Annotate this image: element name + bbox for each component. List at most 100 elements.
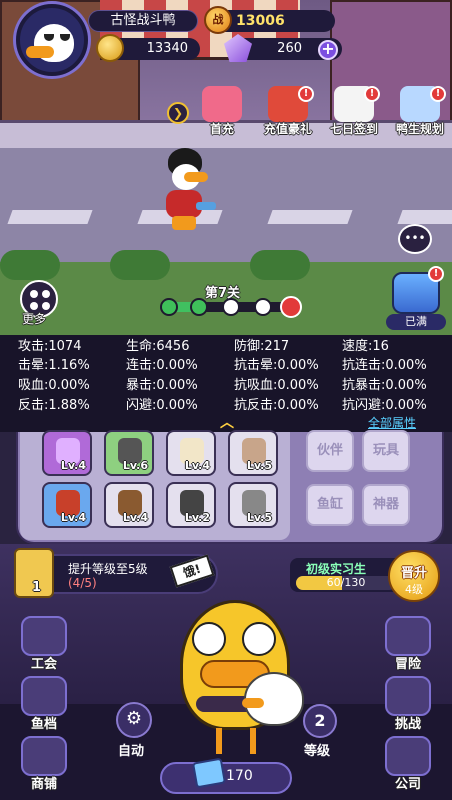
stat: 暴击:0.00% [126, 378, 198, 393]
battle-power-icon: 战 [204, 6, 232, 34]
toy-button[interactable]: 玩具 [362, 430, 410, 472]
task-progress: (4/5) [68, 576, 97, 590]
stat: 抗暴击:0.00% [342, 378, 427, 393]
event-seven-day-signin[interactable]: ! 七日签到 [324, 86, 384, 140]
notification-badge: ! [430, 86, 446, 102]
coin-value: 13340 [146, 41, 188, 56]
equipment-slot[interactable]: Lv.2 [166, 482, 216, 528]
stat: 生命:6456 [126, 339, 190, 354]
partner-button[interactable]: 伙伴 [306, 430, 354, 472]
stat: 抗反击:0.00% [234, 398, 319, 413]
level-label: 等级 [304, 744, 331, 759]
slot-level: Lv.2 [184, 511, 210, 524]
fish-stall-button[interactable]: 鱼档 [16, 676, 72, 732]
equipment-slot[interactable]: Lv.5 [228, 430, 278, 476]
add-gems-button[interactable]: + [318, 40, 338, 60]
event-label: 充值豪礼 [263, 122, 312, 136]
adventure-label: 冒险 [394, 657, 421, 672]
duck-speech-bubble: 饿! [169, 554, 215, 588]
stat: 击晕:1.16% [18, 358, 90, 373]
notification-badge: ! [428, 266, 444, 282]
fish-stall-label: 鱼档 [30, 717, 57, 732]
duck-leg [216, 728, 222, 754]
aquarium-button[interactable]: 鱼缸 [306, 484, 354, 526]
stat: 防御:217 [234, 339, 290, 354]
shop-button[interactable]: 商铺 [16, 736, 72, 792]
coin-display: 13340 [96, 34, 200, 62]
stat: 抗吸血:0.00% [234, 378, 319, 393]
stat: 速度:16 [342, 339, 389, 354]
equipment-slot[interactable]: Lv.5 [228, 482, 278, 528]
stage-node [190, 298, 208, 316]
all-attributes-link[interactable]: 全部属性 [368, 414, 416, 431]
computer-icon [385, 736, 431, 776]
stat: 吸血:0.00% [18, 378, 90, 393]
beak [184, 172, 208, 182]
power-display: 战 13006 [204, 6, 335, 34]
level-button[interactable]: 2 [303, 704, 337, 738]
guild-button[interactable]: 工会 [16, 616, 72, 672]
expand-events-button[interactable]: ❯ [167, 102, 189, 124]
hedge [250, 250, 310, 280]
rank-progress-text: 60/130 [326, 576, 366, 589]
equipment-slot[interactable]: Lv.4 [42, 430, 92, 476]
hedge [0, 250, 60, 280]
event-recharge-gift[interactable]: ! 充值豪礼 [258, 86, 318, 140]
stat: 闪避:0.00% [126, 398, 198, 413]
companion-goose [242, 672, 304, 726]
bottom-resource-value: 170 [226, 768, 253, 784]
stage-node [254, 298, 272, 316]
chest-status-label: 已满 [386, 314, 446, 330]
stage-progress [160, 296, 302, 318]
goose-beak [242, 698, 264, 708]
equipment-slot[interactable]: Lv.4 [104, 482, 154, 528]
duck-leg [250, 728, 256, 754]
auto-label: 自动 [118, 744, 145, 759]
main-duck-character[interactable]: 饿! [169, 554, 300, 760]
water-gun-icon [196, 202, 216, 210]
slot-level: Lv.5 [246, 459, 272, 472]
guild-label: 工会 [30, 657, 57, 672]
slot-level: Lv.4 [60, 511, 86, 524]
promote-label: 晋升 [400, 566, 427, 581]
guild-icon [21, 616, 67, 656]
equipment-slot[interactable]: Lv.6 [104, 430, 154, 476]
adventure-button[interactable]: 冒险 [380, 616, 436, 672]
adventure-icon [385, 616, 431, 656]
company-button[interactable]: 公司 [380, 736, 436, 792]
rank-title: 初级实习生 [306, 562, 367, 576]
event-first-recharge[interactable]: 首充 [192, 86, 252, 140]
stat: 反击:1.88% [18, 398, 90, 413]
collapse-stats-icon[interactable]: ︿ [216, 416, 238, 430]
duck-eye [192, 622, 226, 656]
chat-bubble-icon[interactable]: ••• [398, 224, 432, 254]
stat: 连击:0.00% [126, 358, 198, 373]
slot-level: Lv.5 [246, 511, 272, 524]
hero-character [158, 148, 218, 232]
hedge [110, 250, 170, 280]
company-label: 公司 [394, 777, 421, 792]
artifact-button[interactable]: 神器 [362, 484, 410, 526]
player-avatar[interactable] [16, 4, 88, 76]
promote-sub-label: 4级 [405, 583, 423, 596]
promote-button[interactable]: 晋升 4级 [388, 550, 440, 602]
player-name[interactable]: 古怪战斗鸭 [88, 10, 198, 32]
shop-label: 商铺 [30, 777, 57, 792]
auto-button[interactable]: ⚙ [116, 702, 152, 738]
road-stripe [397, 210, 452, 224]
event-duck-plan[interactable]: ! 鸭生规划 [390, 86, 450, 140]
stat: 抗连击:0.00% [342, 358, 427, 373]
stage-node [222, 298, 240, 316]
coin-icon [96, 34, 124, 62]
fish-stall-icon [21, 676, 67, 716]
equipment-slot[interactable]: Lv.4 [166, 430, 216, 476]
stat: 抗闪避:0.00% [342, 398, 427, 413]
event-label: 首充 [209, 122, 234, 136]
ticket-icon [191, 757, 227, 789]
grid-dot [42, 290, 50, 298]
challenge-button[interactable]: 挑战 [380, 676, 436, 732]
equipment-slot[interactable]: Lv.4 [42, 482, 92, 528]
notification-badge: ! [298, 86, 314, 102]
grid-dot [30, 290, 38, 298]
challenge-label: 挑战 [394, 717, 421, 732]
